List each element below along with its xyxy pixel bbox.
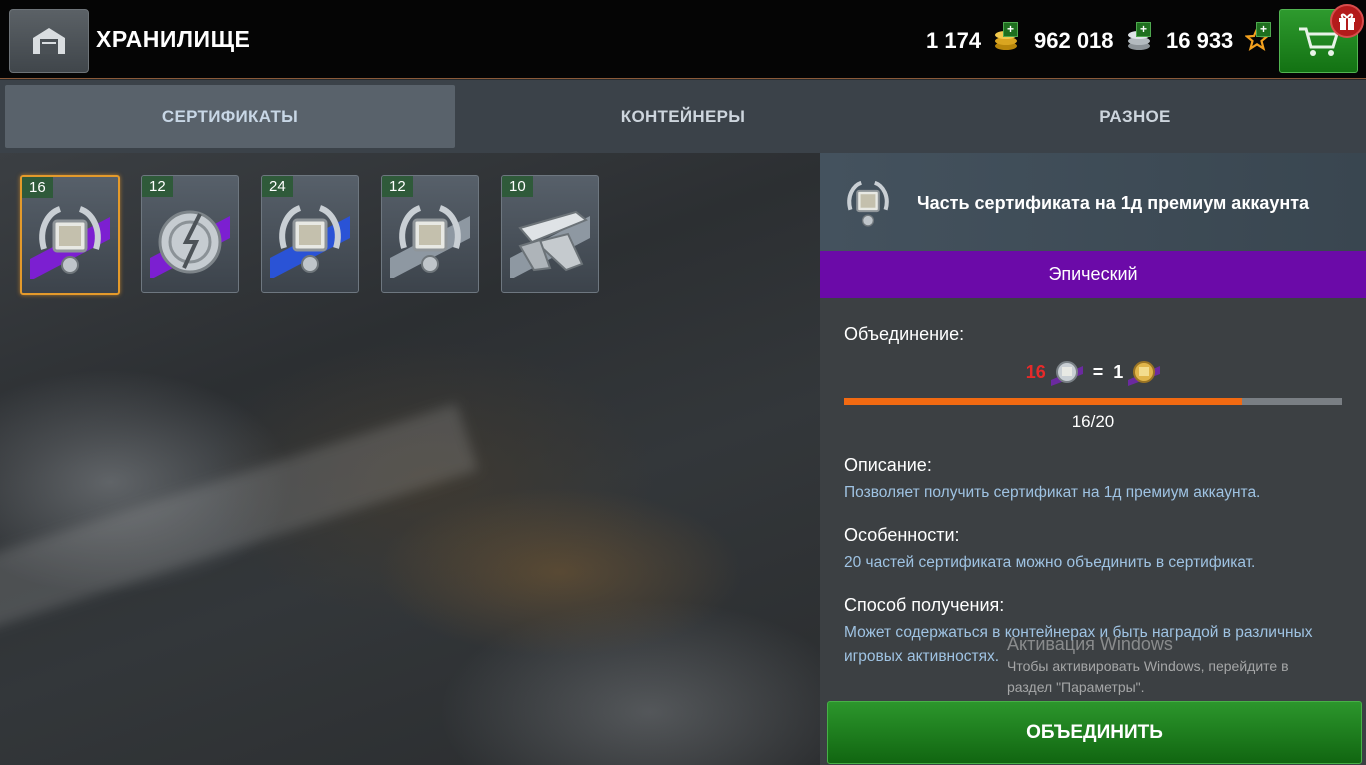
merge-from-count: 16 [1025,361,1046,382]
item-count: 24 [262,176,293,197]
certificate-part-small-icon [1050,361,1083,386]
features-label: Особенности: [844,525,960,545]
item-card[interactable]: 12 [381,175,479,293]
blueprint-fragment-icon [510,210,590,278]
item-card[interactable]: 16 [20,175,120,295]
gift-badge-button[interactable] [1330,4,1364,38]
item-count: 10 [502,176,533,197]
rarity-banner: Эпический [820,251,1366,298]
item-count: 16 [22,177,53,198]
merge-to-count: 1 [1113,361,1124,382]
garage-home-button[interactable] [9,9,89,73]
category-tabs: СЕРТИФИКАТЫ КОНТЕЙНЕРЫ РАЗНОЕ [0,80,1366,153]
description-text: Позволяет получить сертификат на 1д прем… [844,484,1261,501]
description-label: Описание: [844,455,932,475]
item-card[interactable]: 24 [261,175,359,293]
buy-gold-plus-button[interactable]: + [1003,22,1018,37]
item-card[interactable]: 12 [141,175,239,293]
item-count: 12 [382,176,413,197]
premium-certificate-part-icon [270,205,350,278]
top-bar: ХРАНИЛИЩЕ 1 174 + 962 018 + 16 933 + [0,0,1366,79]
tab-certificates[interactable]: СЕРТИФИКАТЫ [5,85,455,148]
merge-equals: = [1092,361,1104,382]
windows-activation-text: Чтобы активировать Windows, перейдите в … [1007,658,1289,695]
combine-button[interactable]: ОБЪЕДИНИТЬ [827,701,1362,764]
premium-certificate-part-icon [847,180,889,227]
tab-misc[interactable]: РАЗНОЕ [910,85,1360,148]
premium-certificate-part-icon [390,205,470,278]
gold-amount: 1 174 [926,27,982,53]
merge-progress-bar [844,398,1342,405]
gift-icon [1339,13,1355,30]
detail-header: Часть сертификата на 1д премиум аккаунта [820,153,1366,251]
silver-amount: 962 018 [1034,27,1114,53]
features-text: 20 частей сертификата можно объединить в… [844,554,1256,571]
background-light-streak [0,403,479,631]
buy-silver-plus-button[interactable]: + [1136,22,1151,37]
silver-balance: 962 018 [1034,27,1152,57]
merge-progress-text: 16/20 [1071,412,1115,431]
source-label: Способ получения: [844,595,1005,615]
item-title: Часть сертификата на 1д премиум аккаунта [917,193,1310,213]
free-xp-balance: 16 933 [1166,26,1271,57]
buy-xp-plus-button[interactable]: + [1256,22,1271,37]
merge-formula: 16 = 1 [820,360,1366,390]
item-count: 12 [142,176,173,197]
tab-containers[interactable]: КОНТЕЙНЕРЫ [458,85,908,148]
page-title: ХРАНИЛИЩЕ [96,26,251,52]
premium-certificate-icon [1128,361,1161,386]
booster-medal-icon [150,210,230,278]
merge-label: Объединение: [844,324,965,344]
free-xp-amount: 16 933 [1166,27,1234,53]
premium-certificate-part-icon [30,206,110,279]
item-card[interactable]: 10 [501,175,599,293]
garage-icon [33,28,65,54]
windows-activation-title: Активация Windows [1007,634,1173,654]
merge-progress-fill [844,398,1243,405]
